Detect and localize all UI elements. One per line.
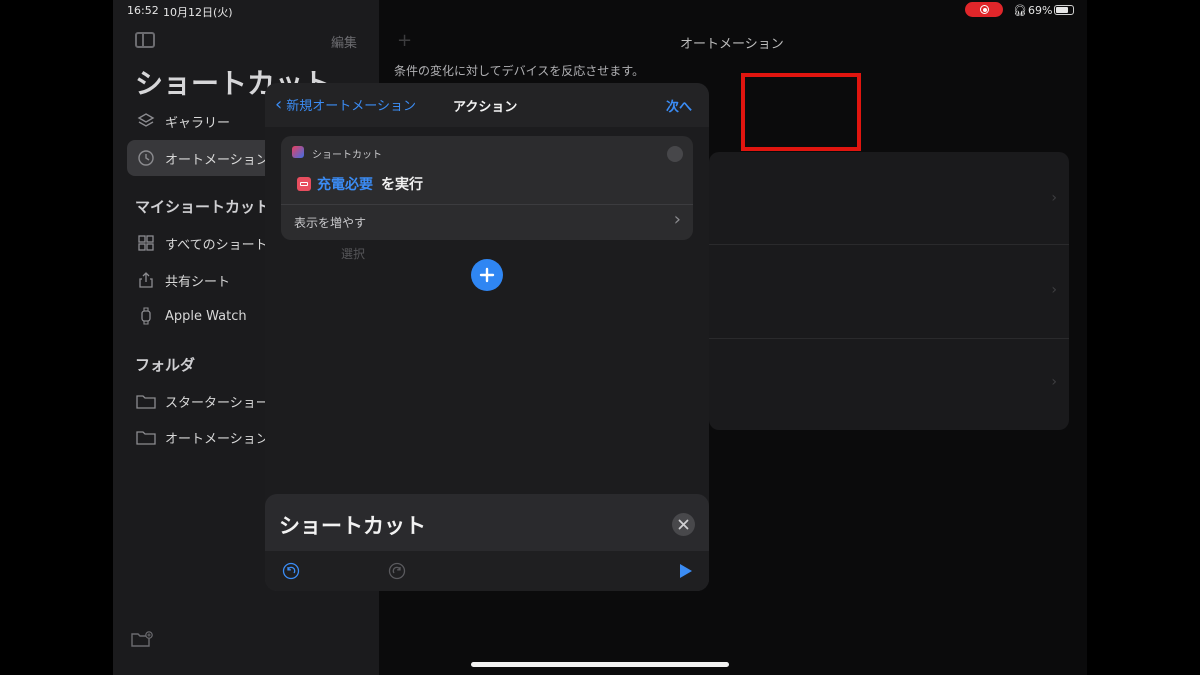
status-date: 10月12日(火) [163, 6, 233, 19]
new-folder-icon[interactable] [131, 630, 153, 652]
undo-icon[interactable] [282, 562, 300, 584]
action-body: 充電必要 を実行 [297, 174, 423, 194]
remove-action-icon[interactable] [667, 146, 683, 162]
battery-percent: 69% [1028, 4, 1053, 17]
home-indicator[interactable] [471, 662, 729, 667]
chevron-right-icon[interactable]: › [1051, 374, 1057, 390]
recording-indicator [965, 2, 1003, 17]
show-more-button[interactable]: 表示を増やす [294, 214, 366, 231]
clock-icon [135, 147, 157, 169]
add-icon[interactable]: + [397, 30, 412, 51]
battery-charging-icon [297, 177, 311, 191]
page-description: 条件の変化に対してデバイスを反応させます。 [394, 64, 645, 78]
add-action-button[interactable] [471, 259, 503, 291]
watch-icon [135, 305, 157, 327]
close-button[interactable] [672, 513, 695, 536]
highlight-box [741, 73, 861, 151]
sheet-title: ショートカット [279, 514, 426, 538]
shortcut-param[interactable]: 充電必要 [317, 174, 373, 194]
edit-button[interactable]: 編集 [331, 32, 357, 51]
modal-nav-bar: ‹ 新規オートメーション アクション 次へ [265, 83, 709, 127]
close-icon [678, 519, 689, 530]
grid-icon [135, 232, 157, 254]
page-title: オートメーション [680, 37, 784, 52]
modal-title: アクション [453, 100, 518, 115]
folder-icon [135, 426, 157, 448]
chevron-right-icon[interactable]: › [1051, 282, 1057, 298]
folders-header[interactable]: フォルダ [135, 354, 195, 375]
action-verb: を実行 [381, 177, 423, 193]
my-shortcuts-header[interactable]: マイショートカット [135, 196, 270, 217]
plus-icon [479, 267, 495, 283]
editor-toolbar [265, 551, 709, 591]
chevron-left-icon: ‹ [275, 93, 283, 115]
sidebar-toggle-icon[interactable] [135, 32, 155, 48]
action-card: ショートカット 充電必要 を実行 表示を増やす › [281, 136, 693, 240]
headphones-icon: 🎧︎ [1013, 4, 1027, 17]
shortcuts-sheet: ショートカット [265, 494, 709, 591]
share-icon [135, 269, 157, 291]
back-label: 新規オートメーション [286, 99, 416, 114]
play-icon[interactable] [679, 563, 693, 583]
chevron-right-icon[interactable]: › [674, 209, 681, 230]
faded-select-label: 選択 [341, 247, 366, 261]
action-app-label: ショートカット [312, 150, 382, 161]
redo-icon[interactable] [388, 562, 406, 584]
battery-icon [1054, 5, 1074, 15]
shortcuts-app-icon [292, 146, 304, 158]
back-button[interactable]: ‹ 新規オートメーション [275, 95, 416, 114]
automation-list: › › › [709, 152, 1069, 430]
chevron-right-icon[interactable]: › [1051, 190, 1057, 206]
status-time: 16:52 [127, 4, 159, 17]
folder-icon [135, 390, 157, 412]
layers-icon [135, 110, 157, 132]
next-button[interactable]: 次へ [666, 96, 692, 115]
